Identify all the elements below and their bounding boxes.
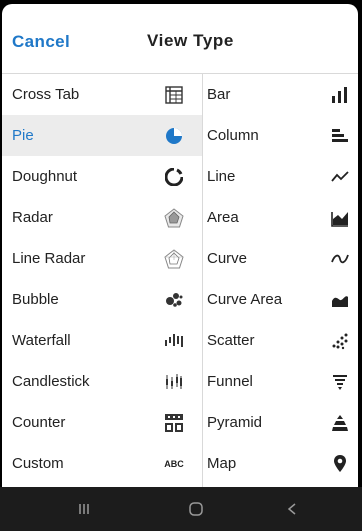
waterfall-icon xyxy=(159,320,189,361)
view-type-pyramid[interactable]: Pyramid xyxy=(203,402,358,443)
view-type-label: Line Radar xyxy=(12,250,86,267)
custom-abc-icon: ABC xyxy=(164,458,184,469)
view-type-label: Cross Tab xyxy=(12,86,80,103)
view-type-counter[interactable]: Counter xyxy=(2,402,202,443)
recent-apps-icon[interactable] xyxy=(64,495,104,523)
view-type-label: Line xyxy=(207,168,236,185)
back-icon[interactable] xyxy=(272,495,312,523)
bar-icon xyxy=(325,74,355,115)
column-icon xyxy=(325,115,355,156)
scatter-icon xyxy=(325,320,355,361)
view-type-label: Curve xyxy=(207,250,248,267)
system-nav-bar xyxy=(0,487,362,531)
line-radar-icon xyxy=(159,238,189,279)
view-type-label: Waterfall xyxy=(12,332,71,349)
view-type-label: Funnel xyxy=(207,373,253,390)
sheet-header: Cancel View Type xyxy=(2,4,358,74)
view-type-radar[interactable]: Radar xyxy=(2,197,202,238)
view-type-bar[interactable]: Bar xyxy=(203,74,358,115)
doughnut-icon xyxy=(159,156,189,197)
view-type-label: Bar xyxy=(207,86,231,103)
view-type-label: Candlestick xyxy=(12,373,90,390)
curve-icon xyxy=(325,238,355,279)
view-type-waterfall[interactable]: Waterfall xyxy=(2,320,202,361)
view-type-label: Counter xyxy=(12,414,66,431)
view-type-label: Scatter xyxy=(207,332,255,349)
pyramid-icon xyxy=(325,402,355,443)
view-type-label: Radar xyxy=(12,209,53,226)
radar-icon xyxy=(159,197,189,238)
cancel-button[interactable]: Cancel xyxy=(12,32,70,52)
area-icon xyxy=(325,197,355,238)
bubble-icon xyxy=(159,279,189,320)
view-type-line-radar[interactable]: Line Radar xyxy=(2,238,202,279)
view-type-curve-area[interactable]: Curve Area xyxy=(203,279,358,320)
map-pin-icon xyxy=(325,443,355,484)
view-type-candlestick[interactable]: Candlestick xyxy=(2,361,202,402)
home-icon[interactable] xyxy=(176,495,216,523)
view-type-doughnut[interactable]: Doughnut xyxy=(2,156,202,197)
funnel-icon xyxy=(325,361,355,402)
view-type-funnel[interactable]: Funnel xyxy=(203,361,358,402)
view-type-label: Pyramid xyxy=(207,414,263,431)
view-type-label: Bubble xyxy=(12,291,59,308)
view-type-line[interactable]: Line xyxy=(203,156,358,197)
counter-icon xyxy=(159,402,189,443)
curve-area-icon xyxy=(325,279,355,320)
view-type-map[interactable]: Map xyxy=(203,443,358,484)
line-icon xyxy=(325,156,355,197)
view-type-label: Curve Area xyxy=(207,291,283,308)
view-type-label: Map xyxy=(207,455,237,472)
view-type-label: Doughnut xyxy=(12,168,78,185)
view-type-bubble[interactable]: Bubble xyxy=(2,279,202,320)
view-type-sheet: Cancel View Type Cross Tab Pie Doughnut … xyxy=(2,4,358,487)
cross-tab-icon xyxy=(159,74,189,115)
view-type-label: Column xyxy=(207,127,259,144)
view-type-area[interactable]: Area xyxy=(203,197,358,238)
view-type-curve[interactable]: Curve xyxy=(203,238,358,279)
sheet-title: View Type xyxy=(147,31,234,50)
view-type-custom[interactable]: Custom ABC xyxy=(2,443,202,484)
view-type-pie[interactable]: Pie xyxy=(2,115,202,156)
candlestick-icon xyxy=(159,361,189,402)
view-type-label: Pie xyxy=(12,127,34,144)
view-type-grid: Cross Tab Pie Doughnut Radar Line Radar xyxy=(2,74,358,487)
view-type-cross-tab[interactable]: Cross Tab xyxy=(2,74,202,115)
pie-icon xyxy=(159,115,189,156)
view-type-scatter[interactable]: Scatter xyxy=(203,320,358,361)
view-type-column[interactable]: Column xyxy=(203,115,358,156)
view-type-label: Custom xyxy=(12,455,64,472)
view-type-label: Area xyxy=(207,209,239,226)
